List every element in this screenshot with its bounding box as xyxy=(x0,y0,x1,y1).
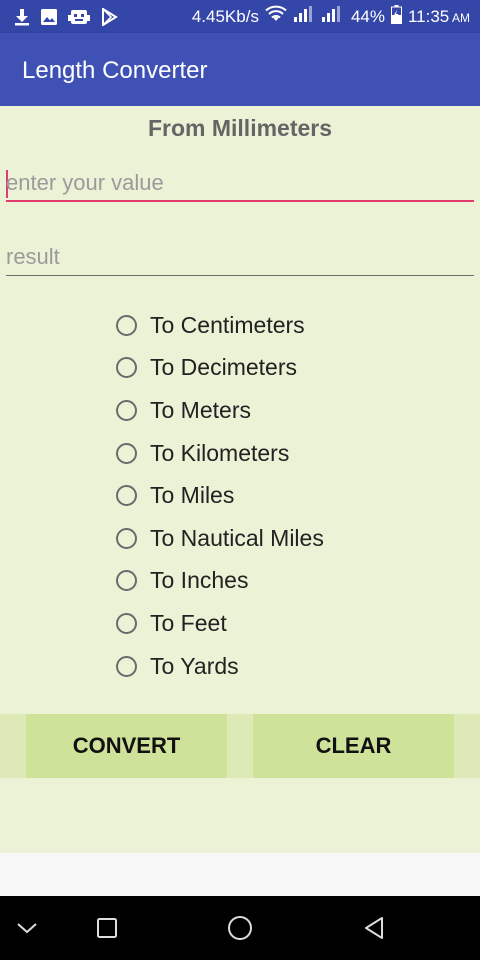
radio-label: To Meters xyxy=(150,396,251,423)
net-speed: 4.45Kb/s xyxy=(191,6,259,26)
value-input-placeholder: enter your value xyxy=(6,170,164,195)
app-bar: Length Converter xyxy=(0,33,480,106)
download-icon xyxy=(14,8,30,26)
bottom-strip xyxy=(0,853,480,896)
radio-button-icon[interactable] xyxy=(116,612,137,634)
radio-to-yards[interactable]: To Yards xyxy=(115,645,324,688)
conversion-options: To Centimeters To Decimeters To Meters T… xyxy=(115,304,324,687)
result-field-underline xyxy=(6,275,474,276)
radio-label: To Centimeters xyxy=(150,311,305,338)
radio-label: To Feet xyxy=(150,609,227,636)
radio-button-icon[interactable] xyxy=(116,357,137,379)
radio-label: To Kilometers xyxy=(150,439,290,466)
robot-icon xyxy=(68,8,90,26)
recents-icon[interactable] xyxy=(87,908,127,948)
radio-label: To Yards xyxy=(150,652,239,679)
radio-to-miles[interactable]: To Miles xyxy=(115,474,324,517)
radio-to-inches[interactable]: To Inches xyxy=(115,560,324,603)
from-unit-label: From Millimeters xyxy=(147,115,333,141)
home-icon[interactable] xyxy=(220,908,260,948)
main-content: From Millimeters enter your value result… xyxy=(0,106,480,853)
result-field[interactable]: result xyxy=(6,240,474,276)
image-icon xyxy=(40,8,58,26)
value-input[interactable]: enter your value xyxy=(6,166,474,202)
play-store-icon xyxy=(100,7,118,26)
signal-2-icon xyxy=(321,5,345,28)
value-input-underline xyxy=(6,200,474,202)
back-icon[interactable] xyxy=(354,908,394,948)
radio-button-icon[interactable] xyxy=(116,485,137,507)
radio-button-icon[interactable] xyxy=(116,655,137,677)
radio-button-icon[interactable] xyxy=(116,314,137,336)
convert-button[interactable]: CONVERT xyxy=(26,714,227,778)
nav-hide-keyboard-icon[interactable] xyxy=(7,908,47,948)
radio-to-kilometers[interactable]: To Kilometers xyxy=(115,432,324,475)
radio-to-centimeters[interactable]: To Centimeters xyxy=(115,304,324,347)
battery-icon xyxy=(390,4,402,29)
radio-label: To Inches xyxy=(150,567,249,594)
clear-button[interactable]: CLEAR xyxy=(253,714,454,778)
radio-label: To Decimeters xyxy=(150,354,297,381)
battery-level: 44% xyxy=(350,6,385,26)
result-field-placeholder: result xyxy=(6,244,60,269)
wifi-icon xyxy=(265,5,287,28)
navigation-bar xyxy=(0,896,480,960)
clock: 11:35 AM xyxy=(407,6,470,26)
radio-to-meters[interactable]: To Meters xyxy=(115,389,324,432)
radio-button-icon[interactable] xyxy=(116,399,137,421)
radio-button-icon[interactable] xyxy=(116,570,137,592)
radio-to-feet[interactable]: To Feet xyxy=(115,602,324,645)
radio-label: To Nautical Miles xyxy=(150,524,324,551)
button-bar: CONVERT CLEAR xyxy=(0,714,480,778)
signal-1-icon xyxy=(293,5,315,28)
app-title: Length Converter xyxy=(22,57,208,84)
radio-button-icon[interactable] xyxy=(116,442,137,464)
radio-to-decimeters[interactable]: To Decimeters xyxy=(115,347,324,390)
radio-button-icon[interactable] xyxy=(116,527,137,549)
status-bar: 4.45Kb/s 44% 11:35 AM xyxy=(0,0,480,33)
radio-label: To Miles xyxy=(150,482,235,509)
radio-to-nautical-miles[interactable]: To Nautical Miles xyxy=(115,517,324,560)
